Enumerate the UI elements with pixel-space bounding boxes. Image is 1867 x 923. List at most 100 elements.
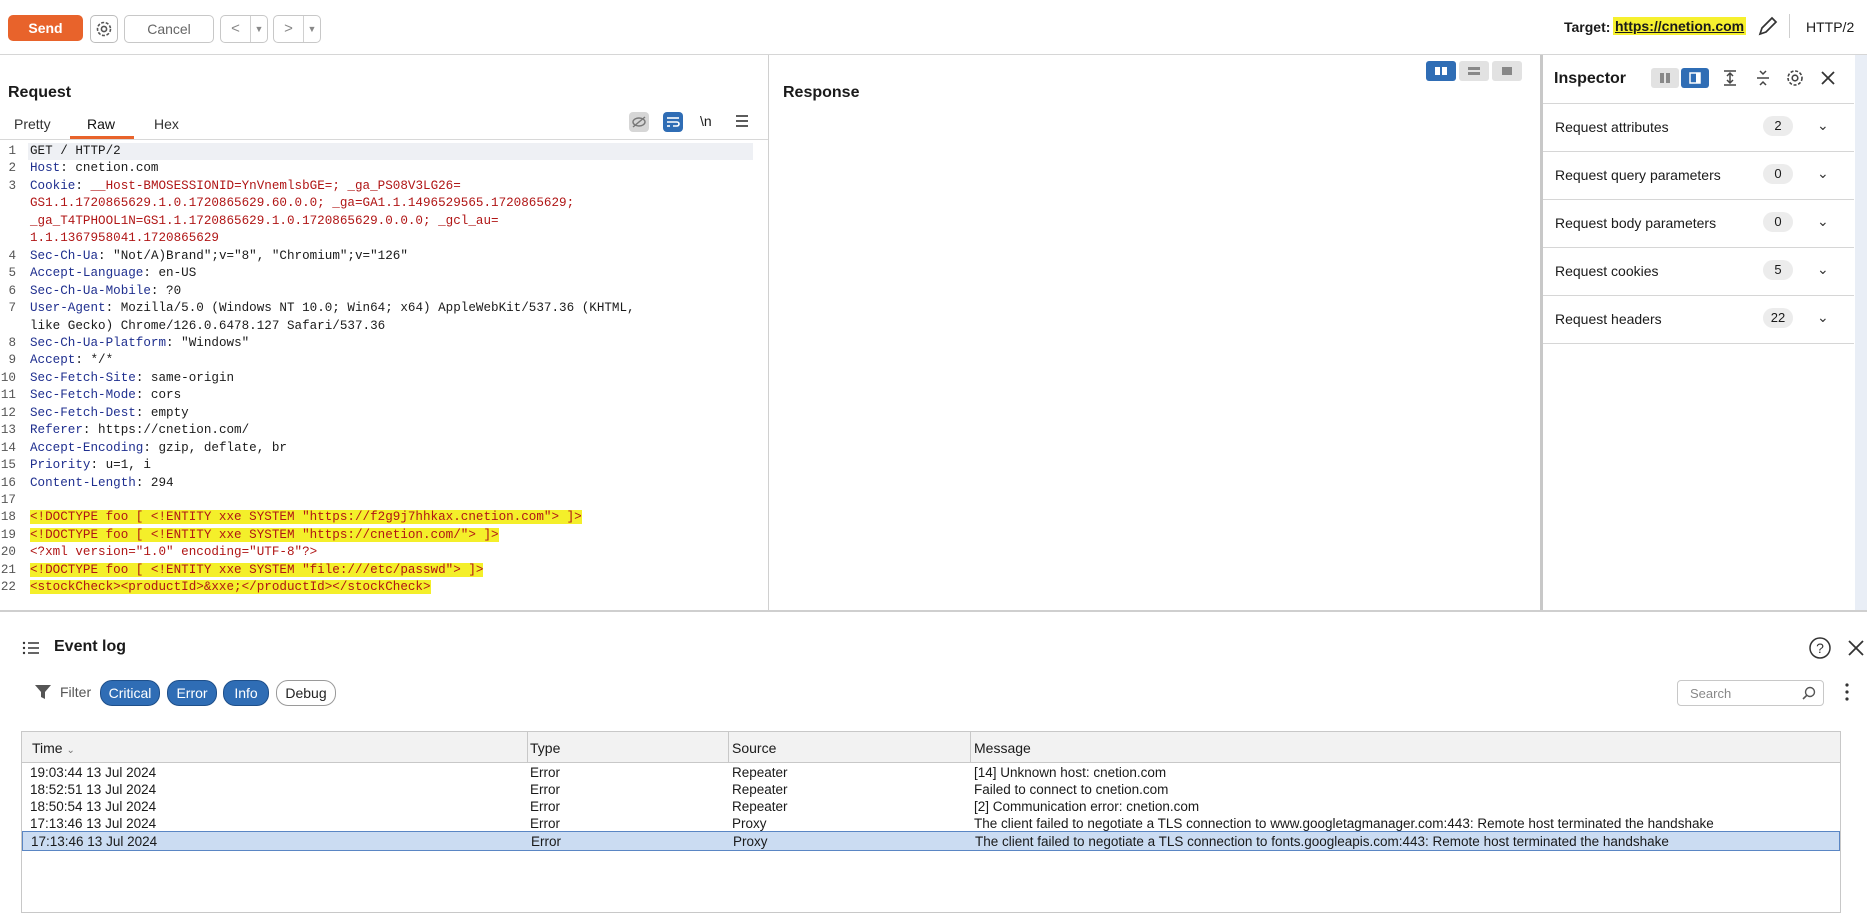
- close-icon: [1848, 640, 1864, 656]
- layout-tabs-button[interactable]: [1492, 61, 1522, 81]
- cancel-button[interactable]: Cancel: [124, 15, 214, 43]
- filter-icon[interactable]: [34, 683, 52, 706]
- line-content: 1.1.1367958041.1720865629: [30, 230, 219, 247]
- header-colon: :: [166, 335, 174, 350]
- column-message[interactable]: Message: [974, 740, 1031, 756]
- filter-error[interactable]: Error: [167, 680, 217, 706]
- header-colon: :: [143, 266, 151, 281]
- word-wrap-button[interactable]: [663, 112, 683, 132]
- cell-time: 17:13:46 13 Jul 2024: [31, 834, 158, 849]
- back-button[interactable]: < ▼: [220, 15, 268, 43]
- inspector-settings-button[interactable]: [1784, 67, 1806, 94]
- xml-payload-text: <!DOCTYPE foo [ <!ENTITY xxe SYSTEM "fil…: [30, 562, 484, 577]
- column-separator[interactable]: [728, 732, 729, 762]
- event-log-menu-icon[interactable]: [22, 640, 40, 661]
- cell-source: Proxy: [733, 834, 768, 849]
- line-content: <?xml version="1.0" encoding="UTF-8"?>: [30, 544, 317, 561]
- header-name: Accept: [30, 353, 76, 368]
- pane-splitter[interactable]: [0, 610, 1867, 612]
- line-content: Referer: https://cnetion.com/: [30, 422, 249, 439]
- inspector-section-body-parameters[interactable]: Request body parameters 0 ⌄: [1543, 200, 1854, 248]
- column-time[interactable]: Time ⌄: [32, 740, 75, 756]
- expand-icon: [1724, 70, 1736, 86]
- forward-button[interactable]: > ▼: [273, 15, 321, 43]
- inspector-section-query-parameters[interactable]: Request query parameters 0 ⌄: [1543, 152, 1854, 200]
- eye-slash-icon: [632, 116, 646, 128]
- line-content: Sec-Ch-Ua: "Not/A)Brand";v="8", "Chromiu…: [30, 248, 408, 265]
- line-content: Cookie: __Host-BMOSESSIONID=YnVnemlsbGE=…: [30, 178, 461, 195]
- xml-payload-text: <!DOCTYPE foo [ <!ENTITY xxe SYSTEM "htt…: [30, 527, 499, 542]
- chevron-down-icon: ⌄: [1817, 117, 1829, 133]
- filter-info[interactable]: Info: [223, 680, 269, 706]
- table-row[interactable]: 17:13:46 13 Jul 2024 Error Proxy The client…: [22, 831, 1840, 851]
- request-editor[interactable]: 1 GET / HTTP/2 2 Host: cnetion.com 3 Cookie: …: [0, 143, 768, 603]
- tab-pretty[interactable]: Pretty: [14, 116, 51, 132]
- chevron-down-icon: ⌄: [1817, 165, 1829, 181]
- line-number: 13: [0, 423, 16, 438]
- column-separator[interactable]: [970, 732, 971, 762]
- inspector-section-cookies[interactable]: Request cookies 5 ⌄: [1543, 248, 1854, 296]
- header-colon: :: [98, 248, 106, 263]
- filter-debug[interactable]: Debug: [276, 680, 336, 706]
- search-input[interactable]: Search: [1677, 680, 1824, 706]
- header-value: Mozilla/5.0 (Windows NT 10.0; Win64; x64…: [113, 301, 635, 316]
- target-url[interactable]: https://cnetion.com: [1613, 17, 1747, 35]
- more-options-button[interactable]: [1842, 681, 1852, 708]
- search-placeholder: Search: [1690, 686, 1732, 701]
- help-button[interactable]: ?: [1808, 636, 1832, 665]
- header-name: Content-Length: [30, 475, 136, 490]
- layout-stacked-button[interactable]: [1459, 61, 1489, 81]
- edit-target-button[interactable]: [1756, 14, 1780, 43]
- layout-side-by-side-button[interactable]: [1426, 61, 1456, 81]
- section-label: Request body parameters: [1555, 215, 1717, 231]
- line-content: _ga_T4TPHOOL1N=GS1.1.1720865629.1.0.1720…: [30, 213, 499, 230]
- inspector-layout-right-button[interactable]: [1681, 68, 1709, 88]
- header-name: Sec-Ch-Ua-Mobile: [30, 283, 151, 298]
- column-source[interactable]: Source: [732, 740, 776, 756]
- tab-hex[interactable]: Hex: [154, 116, 179, 132]
- collapse-all-button[interactable]: [1753, 68, 1773, 93]
- line-number: 2: [8, 161, 16, 176]
- inspector-close-button[interactable]: [1818, 68, 1838, 93]
- inspector-layout-left-button[interactable]: [1651, 68, 1679, 88]
- header-value: _ga_T4TPHOOL1N=GS1.1.1720865629.1.0.1720…: [30, 213, 499, 228]
- line-content: <!DOCTYPE foo [ <!ENTITY xxe SYSTEM "fil…: [30, 562, 484, 579]
- send-button[interactable]: Send: [8, 15, 83, 41]
- side-tab-strip[interactable]: [1855, 55, 1867, 610]
- settings-button[interactable]: [90, 15, 118, 43]
- inspector-section-headers[interactable]: Request headers 22 ⌄: [1543, 296, 1854, 344]
- column-type[interactable]: Type: [530, 740, 560, 756]
- line-number: 8: [8, 335, 16, 350]
- response-pane: [769, 55, 1541, 610]
- line-content: <stockCheck><productId>&xxe;</productId>…: [30, 579, 431, 596]
- count-badge: 22: [1763, 308, 1793, 328]
- request-line-text: GET / HTTP/2: [30, 144, 121, 158]
- header-name: Sec-Fetch-Site: [30, 370, 136, 385]
- forward-dropdown-icon[interactable]: ▼: [303, 16, 320, 42]
- filter-critical[interactable]: Critical: [100, 680, 160, 706]
- cell-type: Error: [530, 782, 560, 797]
- column-separator[interactable]: [527, 732, 528, 762]
- hide-nonprintable-button[interactable]: [629, 112, 649, 132]
- cell-time: 19:03:44 13 Jul 2024: [30, 765, 157, 780]
- expand-all-button[interactable]: [1720, 68, 1740, 93]
- request-menu-button[interactable]: [733, 112, 751, 135]
- event-log-close-button[interactable]: [1846, 638, 1866, 663]
- xml-payload-text: <?xml version="1.0" encoding="UTF-8"?>: [30, 545, 318, 560]
- line-content: User-Agent: Mozilla/5.0 (Windows NT 10.0…: [30, 300, 635, 317]
- current-line-highlight: [28, 143, 753, 160]
- inspector-section-request-attributes[interactable]: Request attributes 2 ⌄: [1543, 104, 1854, 152]
- rows-icon: [1468, 67, 1480, 75]
- line-content: GS1.1.1720865629.1.0.1720865629.60.0.0; …: [30, 195, 574, 212]
- show-newlines-toggle[interactable]: \n: [700, 113, 712, 129]
- close-icon: [1821, 71, 1835, 85]
- xml-payload-text: <stockCheck><productId>&xxe;</productId>…: [30, 580, 431, 595]
- header-colon: :: [75, 178, 83, 193]
- protocol-label[interactable]: HTTP/2: [1806, 19, 1854, 35]
- back-dropdown-icon[interactable]: ▼: [250, 16, 267, 42]
- line-content: Host: cnetion.com: [30, 160, 159, 177]
- edit-pencil-icon: [1758, 16, 1778, 36]
- line-content: Accept-Language: en-US: [30, 265, 196, 282]
- panel-left-icon: [1660, 73, 1670, 83]
- tab-raw[interactable]: Raw: [87, 116, 115, 132]
